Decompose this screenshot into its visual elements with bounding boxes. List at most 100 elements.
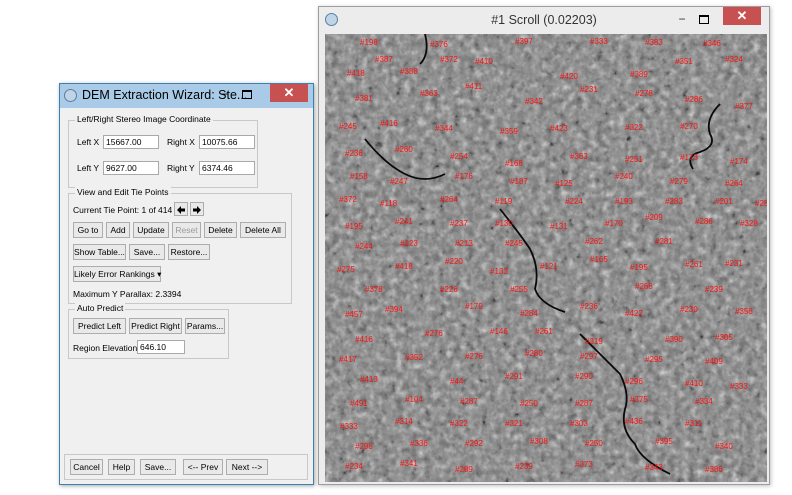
tie-point-label[interactable]: #230 (680, 305, 698, 314)
tie-point-label[interactable]: #363 (420, 89, 438, 98)
tie-point-label[interactable]: #457 (345, 310, 363, 319)
tie-point-label[interactable]: #324 (725, 55, 743, 64)
tie-point-label[interactable]: #386 (705, 465, 723, 474)
tie-point-label[interactable]: #244 (355, 242, 373, 251)
scroll-minimize-button[interactable]: − (671, 11, 693, 29)
tie-point-label[interactable]: #295 (645, 355, 663, 364)
tie-point-label[interactable]: #260 (395, 145, 413, 154)
tie-point-label[interactable]: #278 (635, 89, 653, 98)
tie-point-label[interactable]: #333 (340, 422, 358, 431)
tie-point-label[interactable]: #333 (590, 37, 608, 46)
tie-point-label[interactable]: #410 (685, 379, 703, 388)
tie-point-label[interactable]: #372 (339, 195, 357, 204)
tie-point-label[interactable]: #125 (555, 179, 573, 188)
tie-point-label[interactable]: #130 (495, 219, 513, 228)
save-tie-points-button[interactable]: Save... (129, 244, 165, 260)
tie-point-label[interactable]: #344 (435, 124, 453, 133)
tie-point-label[interactable]: #303 (570, 419, 588, 428)
tie-point-label[interactable]: #254 (450, 152, 468, 161)
next-button[interactable]: Next --> (226, 459, 268, 475)
tie-point-label[interactable]: #296 (625, 377, 643, 386)
tie-point-label[interactable]: #333 (730, 382, 748, 391)
tie-point-label[interactable]: #213 (455, 239, 473, 248)
update-button[interactable]: Update (133, 222, 169, 238)
tie-point-label[interactable]: #319 (585, 337, 603, 346)
tie-point-label[interactable]: #168 (505, 159, 523, 168)
left-y-field[interactable]: 9627.00 (103, 161, 159, 175)
scroll-close-button[interactable]: ✕ (723, 7, 761, 25)
tie-point-label[interactable]: #418 (395, 262, 413, 271)
tie-point-label[interactable]: #239 (705, 285, 723, 294)
prev-button[interactable]: <-- Prev (183, 459, 223, 475)
tie-point-label[interactable]: #262 (585, 237, 603, 246)
tie-point-label[interactable]: #239 (515, 462, 533, 471)
help-button[interactable]: Help (108, 459, 135, 475)
tie-point-label[interactable]: #381 (355, 94, 373, 103)
tie-point-label[interactable]: #334 (695, 397, 713, 406)
predict-left-button[interactable]: Predict Left (73, 318, 126, 334)
tie-point-label[interactable]: #193 (615, 197, 633, 206)
tie-point-label[interactable]: #383 (645, 38, 663, 47)
tie-point-label[interactable]: #250 (585, 439, 603, 448)
tie-point-label[interactable]: #376 (430, 40, 448, 49)
tie-point-label[interactable]: #179 (465, 302, 483, 311)
tie-point-label[interactable]: #358 (735, 307, 753, 316)
tie-point-label[interactable]: #389 (630, 70, 648, 79)
tie-point-label[interactable]: #131 (550, 222, 568, 231)
tie-point-label[interactable]: #226 (440, 285, 458, 294)
scroll-titlebar[interactable]: #1 Scroll (0.02203) − ✕ (319, 7, 769, 33)
add-button[interactable]: Add (106, 222, 130, 238)
tie-point-label[interactable]: #422 (625, 309, 643, 318)
tie-point-label[interactable]: #231 (725, 259, 743, 268)
tie-point-label[interactable]: #323 (400, 239, 418, 248)
tie-point-label[interactable]: #44 (450, 377, 464, 386)
tie-point-label[interactable]: #375 (630, 395, 648, 404)
tie-point-label[interactable]: #245 (339, 122, 357, 131)
tie-point-label[interactable]: #104 (405, 395, 423, 404)
tie-point-label[interactable]: #343 (645, 463, 663, 472)
tie-point-label[interactable]: #121 (540, 262, 558, 271)
tie-point-label[interactable]: #158 (350, 172, 368, 181)
tie-point-label[interactable]: #373 (575, 460, 593, 469)
tie-point-label[interactable]: #322 (450, 419, 468, 428)
tie-point-label[interactable]: #281 (655, 237, 673, 246)
tie-point-label[interactable]: #436 (625, 417, 643, 426)
tie-point-label[interactable]: #346 (703, 39, 721, 48)
scroll-maximize-button[interactable] (693, 11, 715, 29)
tie-point-label[interactable]: #417 (339, 355, 357, 364)
tie-point-label[interactable]: #275 (337, 265, 355, 274)
goto-button[interactable]: Go to (73, 222, 103, 238)
tie-point-label[interactable]: #286 (685, 95, 703, 104)
tie-point-label[interactable]: #314 (395, 417, 413, 426)
tie-point-label[interactable]: #245 (505, 239, 523, 248)
tie-point-label[interactable]: #305 (715, 333, 733, 342)
tie-point-label[interactable]: #146 (490, 327, 508, 336)
tie-point-label[interactable]: #388 (400, 67, 418, 76)
tie-point-label[interactable]: #416 (380, 119, 398, 128)
tie-point-label[interactable]: #236 (345, 149, 363, 158)
tie-point-label[interactable]: #340 (715, 442, 733, 451)
tie-point-label[interactable]: #363 (570, 152, 588, 161)
tie-point-label[interactable]: #119 (495, 197, 513, 206)
tie-point-label[interactable]: #322 (625, 123, 643, 132)
tie-point-label[interactable]: #264 (725, 179, 743, 188)
region-elevation-field[interactable]: 646.10 (137, 340, 185, 354)
tie-point-label[interactable]: #416 (355, 335, 373, 344)
left-x-field[interactable]: 15667.00 (103, 135, 159, 149)
prev-tie-point-button[interactable] (174, 202, 188, 216)
next-tie-point-button[interactable] (190, 202, 204, 216)
tie-point-label[interactable]: #287 (575, 399, 593, 408)
tie-point-label[interactable]: #308 (530, 437, 548, 446)
close-button[interactable]: ✕ (270, 84, 308, 102)
tie-point-label[interactable]: #187 (510, 177, 528, 186)
tie-point-label[interactable]: #250 (520, 399, 538, 408)
reset-button[interactable]: Reset (172, 222, 201, 238)
params-button[interactable]: Params... (185, 318, 225, 334)
tie-point-label[interactable]: #251 (625, 155, 643, 164)
delete-all-button[interactable]: Delete All (240, 222, 286, 238)
tie-point-label[interactable]: #231 (580, 85, 598, 94)
tie-point-label[interactable]: #290 (575, 372, 593, 381)
tie-point-label[interactable]: #270 (680, 122, 698, 131)
tie-point-label[interactable]: #173 (680, 153, 698, 162)
tie-point-label[interactable]: #292 (465, 439, 483, 448)
